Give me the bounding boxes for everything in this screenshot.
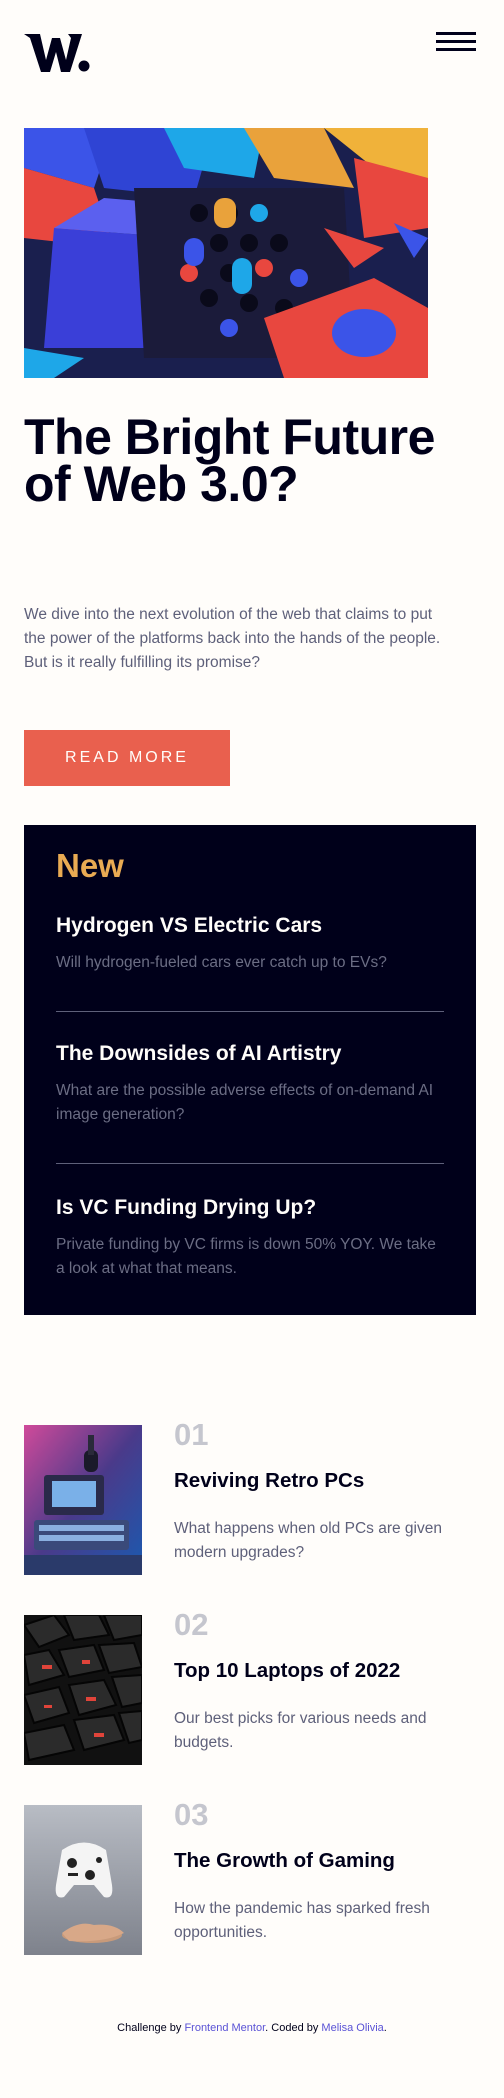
new-item: Hydrogen VS Electric Cars Will hydrogen-… bbox=[56, 913, 444, 975]
list-item: 01 Reviving Retro PCs What happens when … bbox=[24, 1417, 476, 1575]
hamburger-menu-icon[interactable] bbox=[436, 30, 476, 54]
menu-bar bbox=[436, 48, 476, 51]
new-item-description: Private funding by VC firms is down 50% … bbox=[56, 1236, 436, 1277]
game-controller-image bbox=[24, 1805, 142, 1955]
list-item: 02 Top 10 Laptops of 2022 Our best picks… bbox=[24, 1607, 476, 1765]
attribution-footer: Challenge by Frontend Mentor. Coded by M… bbox=[0, 2022, 504, 2034]
article-title[interactable]: Reviving Retro PCs bbox=[174, 1469, 364, 1493]
read-more-button[interactable]: READ MORE bbox=[24, 730, 230, 786]
frontend-mentor-link[interactable]: Frontend Mentor bbox=[184, 2022, 265, 2034]
new-articles-panel: New Hydrogen VS Electric Cars Will hydro… bbox=[24, 825, 476, 1315]
retro-pc-image bbox=[24, 1425, 142, 1575]
hero-image bbox=[24, 128, 428, 378]
article-number: 03 bbox=[174, 1797, 209, 1832]
list-item: 03 The Growth of Gaming How the pandemic… bbox=[24, 1797, 476, 1955]
article-number: 01 bbox=[174, 1417, 209, 1452]
new-item-title[interactable]: Is VC Funding Drying Up? bbox=[56, 1195, 444, 1221]
footer-suffix: . bbox=[383, 2022, 387, 2034]
new-item-title[interactable]: The Downsides of AI Artistry bbox=[56, 1041, 444, 1067]
divider bbox=[56, 1011, 444, 1012]
article-description: How the pandemic has sparked fresh oppor… bbox=[174, 1900, 430, 1941]
new-heading: New bbox=[56, 847, 124, 884]
article-description: Our best picks for various needs and bud… bbox=[174, 1710, 427, 1751]
new-item: Is VC Funding Drying Up? Private funding… bbox=[56, 1195, 444, 1281]
article-title[interactable]: Top 10 Laptops of 2022 bbox=[174, 1659, 400, 1683]
new-item-title[interactable]: Hydrogen VS Electric Cars bbox=[56, 913, 444, 939]
author-link[interactable]: Melisa Olivia bbox=[321, 2022, 383, 2034]
footer-prefix: Challenge by bbox=[117, 2022, 185, 2034]
new-item-description: Will hydrogen-fueled cars ever catch up … bbox=[56, 954, 387, 971]
footer-middle: . Coded by bbox=[265, 2022, 322, 2034]
menu-bar bbox=[436, 32, 476, 35]
menu-bar bbox=[436, 40, 476, 43]
laptop-keyboard-image bbox=[24, 1615, 142, 1765]
new-item: The Downsides of AI Artistry What are th… bbox=[56, 1041, 444, 1127]
logo-icon[interactable] bbox=[24, 34, 90, 72]
article-description: What happens when old PCs are given mode… bbox=[174, 1520, 442, 1561]
hero-title: The Bright Future of Web 3.0? bbox=[24, 409, 435, 512]
article-number: 02 bbox=[174, 1607, 209, 1642]
colorful-3d-blocks-image bbox=[24, 128, 428, 378]
divider bbox=[56, 1163, 444, 1164]
article-title[interactable]: The Growth of Gaming bbox=[174, 1849, 395, 1873]
hero-description: We dive into the next evolution of the w… bbox=[24, 606, 441, 671]
new-item-description: What are the possible adverse effects of… bbox=[56, 1082, 434, 1123]
